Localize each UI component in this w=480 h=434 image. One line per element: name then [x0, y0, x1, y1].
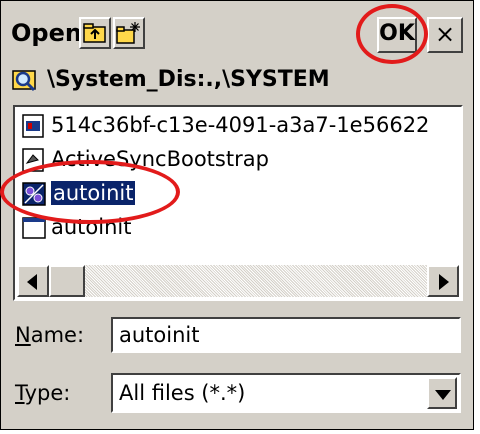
file-name: 514c36bf-c13e-4091-a3a7-1e56622 — [51, 113, 430, 137]
chevron-down-icon — [435, 390, 451, 400]
dialog-title: Open — [11, 19, 82, 47]
arrow-left-icon — [27, 274, 37, 290]
system-file-icon — [22, 114, 44, 138]
document-icon — [22, 148, 44, 172]
path-bar: \System_Dis:.,\SYSTEM — [11, 65, 463, 97]
name-input[interactable]: autoinit — [111, 317, 461, 353]
window-file-icon — [22, 217, 46, 239]
close-button[interactable]: × — [427, 17, 463, 53]
file-name: autoinit — [51, 215, 132, 239]
list-item-selected[interactable]: autoinit — [19, 179, 459, 209]
list-item[interactable]: ActiveSyncBootstrap — [19, 145, 459, 175]
type-select-value: All files (*.*) — [119, 381, 246, 405]
folder-search-icon — [12, 70, 36, 92]
list-item[interactable]: 514c36bf-c13e-4091-a3a7-1e56622 — [19, 111, 459, 141]
ok-button[interactable]: OK — [377, 17, 417, 53]
current-path: \System_Dis:.,\SYSTEM — [47, 67, 330, 92]
open-dialog: Open OK × \System_Dis:.,\SYSTEM 514c36bf… — [0, 0, 474, 430]
new-folder-icon — [116, 22, 140, 44]
title-bar: Open OK × — [5, 9, 469, 59]
type-select[interactable]: All files (*.*) — [111, 373, 461, 413]
file-list[interactable]: 514c36bf-c13e-4091-a3a7-1e56622 ActiveSy… — [13, 105, 463, 301]
file-name: autoinit — [51, 181, 136, 205]
file-name: ActiveSyncBootstrap — [51, 147, 269, 171]
horizontal-scrollbar[interactable] — [17, 265, 459, 297]
type-dropdown-button[interactable] — [427, 377, 457, 409]
up-folder-button[interactable] — [79, 17, 111, 49]
new-folder-button[interactable] — [113, 17, 145, 49]
name-label: Name: — [15, 323, 85, 347]
scroll-thumb[interactable] — [49, 265, 85, 297]
list-item[interactable]: autoinit — [19, 213, 459, 243]
type-label: Type: — [15, 381, 71, 405]
scroll-left-button[interactable] — [17, 265, 49, 297]
arrow-right-icon — [439, 274, 449, 290]
config-file-icon — [22, 182, 46, 206]
up-folder-icon — [83, 23, 106, 43]
scroll-right-button[interactable] — [427, 265, 459, 297]
